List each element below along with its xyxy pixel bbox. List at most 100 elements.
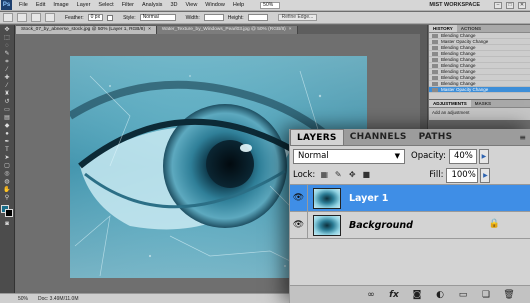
history-item-label: Blending Change xyxy=(441,63,476,68)
width-input[interactable] xyxy=(203,14,224,21)
status-zoom[interactable]: 50% xyxy=(18,296,28,302)
tab-adjustments[interactable]: ADJUSTMENTS xyxy=(429,100,471,107)
pen-tool-icon[interactable]: ✒ xyxy=(2,139,13,146)
subtract-selection-icon[interactable] xyxy=(45,13,55,22)
refine-edge-button[interactable]: Refine Edge... xyxy=(277,14,318,21)
eyedropper-tool-icon[interactable]: ⁄ xyxy=(2,67,13,74)
maximize-button[interactable]: □ xyxy=(506,1,514,9)
lock-transparent-pixels-icon[interactable]: ▦ xyxy=(319,170,329,180)
new-layer-icon[interactable]: ❏ xyxy=(480,290,492,300)
dodge-tool-icon[interactable]: ● xyxy=(2,131,13,138)
lock-image-pixels-icon[interactable]: ✎ xyxy=(333,170,343,180)
menu-layer[interactable]: Layer xyxy=(73,0,95,11)
gradient-tool-icon[interactable]: ▤ xyxy=(2,115,13,122)
brush-tool-icon[interactable]: ⁄ xyxy=(2,83,13,90)
close-button[interactable]: ✕ xyxy=(518,1,526,9)
menu-window[interactable]: Window xyxy=(201,0,229,11)
document-tab-bar: Stock_07_by_abnerse_stock.jpg @ 50% (Lay… xyxy=(16,25,420,34)
background-color-swatch[interactable] xyxy=(5,209,13,217)
height-input[interactable] xyxy=(247,14,268,21)
adjustment-layer-icon[interactable]: ◐ xyxy=(434,290,446,300)
history-state-icon xyxy=(432,51,438,56)
layer-row-layer-1[interactable]: 👁 Layer 1 xyxy=(290,184,530,212)
layer-row-background[interactable]: 👁 Background 🔒 xyxy=(290,211,530,239)
layers-panel: LAYERS CHANNELS PATHS ≡ Normal ▼ Opacity… xyxy=(289,129,530,303)
workspace-switcher[interactable]: MIST WORKSPACE xyxy=(429,2,480,8)
zoom-level-select[interactable]: 50% xyxy=(260,1,281,9)
menu-analysis[interactable]: Analysis xyxy=(138,0,166,11)
trash-icon[interactable]: 🗑 xyxy=(503,290,515,300)
blur-tool-icon[interactable]: ◆ xyxy=(2,123,13,130)
menu-file[interactable]: File xyxy=(15,0,32,11)
fill-slider-arrow-icon[interactable]: ▶ xyxy=(480,167,491,183)
zoom-tool-icon[interactable]: ⚲ xyxy=(2,195,13,202)
menu-view[interactable]: View xyxy=(181,0,201,11)
lock-position-icon[interactable]: ✥ xyxy=(347,170,357,180)
marquee-tool-icon[interactable]: ⬚ xyxy=(2,35,13,42)
eraser-tool-icon[interactable]: ▭ xyxy=(2,107,13,114)
fill-input[interactable]: 100% xyxy=(446,167,479,183)
history-brush-tool-icon[interactable]: ↺ xyxy=(2,99,13,106)
type-tool-icon[interactable]: T xyxy=(2,147,13,154)
add-selection-icon[interactable] xyxy=(31,13,41,22)
link-layers-icon[interactable]: ∞ xyxy=(365,290,377,300)
history-item-label: Blending Change xyxy=(441,69,476,74)
blend-opacity-row: Normal ▼ Opacity: 40% ▶ xyxy=(290,146,530,166)
hand-tool-icon[interactable]: ✋ xyxy=(2,187,13,194)
document-tab-label: Water_Texture_by_Windows_Pearl03.jpg @ 5… xyxy=(161,27,286,32)
quick-select-tool-icon[interactable]: ✎ xyxy=(2,51,13,58)
add-mask-icon[interactable]: ◙ xyxy=(411,290,423,300)
crop-tool-icon[interactable]: ⌗ xyxy=(2,59,13,66)
3d-orbit-tool-icon[interactable]: ◍ xyxy=(2,179,13,186)
tab-paths[interactable]: PATHS xyxy=(413,129,459,145)
tab-channels[interactable]: CHANNELS xyxy=(344,129,413,145)
style-select[interactable]: Normal xyxy=(139,14,176,21)
menu-filter[interactable]: Filter xyxy=(118,0,138,11)
menu-select[interactable]: Select xyxy=(94,0,117,11)
color-swatches[interactable] xyxy=(1,205,13,217)
blend-mode-select[interactable]: Normal ▼ xyxy=(293,148,405,164)
anti-alias-checkbox[interactable] xyxy=(107,14,114,21)
fx-icon[interactable]: fx xyxy=(388,290,400,300)
opacity-input[interactable]: 40% xyxy=(448,148,477,164)
tab-history[interactable]: HISTORY xyxy=(429,25,457,32)
document-tab-stock[interactable]: Stock_07_by_abnerse_stock.jpg @ 50% (Lay… xyxy=(16,26,157,34)
menu-3d[interactable]: 3D xyxy=(166,0,181,11)
lasso-tool-icon[interactable]: ◌ xyxy=(2,43,13,50)
history-item-label: Blending Change xyxy=(441,75,476,80)
tools-panel: ✥ ⬚ ◌ ✎ ⌗ ⁄ ✚ ⁄ ♜ ↺ ▭ ▤ ◆ ● ✒ T ➤ ▢ ◎ ◍ … xyxy=(0,25,15,294)
tab-layers[interactable]: LAYERS xyxy=(290,129,344,145)
move-tool-icon[interactable]: ✥ xyxy=(2,27,13,34)
healing-brush-tool-icon[interactable]: ✚ xyxy=(2,75,13,82)
close-tab-icon[interactable]: × xyxy=(148,27,151,32)
history-item-selected[interactable]: Master Opacity Change xyxy=(429,87,530,93)
lock-all-icon[interactable]: ■ xyxy=(361,170,371,180)
shape-tool-icon[interactable]: ▢ xyxy=(2,163,13,170)
panel-menu-icon[interactable]: ≡ xyxy=(519,133,526,142)
clone-stamp-tool-icon[interactable]: ♜ xyxy=(2,91,13,98)
opacity-slider-arrow-icon[interactable]: ▶ xyxy=(478,148,489,164)
close-tab-icon[interactable]: × xyxy=(289,27,292,32)
menu-image[interactable]: Image xyxy=(49,0,72,11)
new-selection-icon[interactable] xyxy=(17,13,27,22)
layers-panel-tabs: LAYERS CHANNELS PATHS ≡ xyxy=(290,129,530,146)
style-label: Style: xyxy=(123,14,136,21)
history-item-label: Master Opacity Change xyxy=(441,87,489,92)
quick-mask-icon[interactable]: ◙ xyxy=(2,221,13,228)
document-tab-water-texture[interactable]: Water_Texture_by_Windows_Pearl03.jpg @ 5… xyxy=(156,26,298,34)
menu-help[interactable]: Help xyxy=(229,0,248,11)
minimize-button[interactable]: – xyxy=(494,1,502,9)
menu-edit[interactable]: Edit xyxy=(32,0,49,11)
adjustments-panel: ADJUSTMENTS MASKS Add an adjustment xyxy=(429,100,530,120)
path-select-tool-icon[interactable]: ➤ xyxy=(2,155,13,162)
marquee-tool-preset-icon[interactable] xyxy=(3,13,13,22)
eye-visibility-icon[interactable]: 👁 xyxy=(290,211,308,239)
new-group-icon[interactable]: ▭ xyxy=(457,290,469,300)
3d-rotate-tool-icon[interactable]: ◎ xyxy=(2,171,13,178)
tab-masks[interactable]: MASKS xyxy=(471,100,495,107)
feather-input[interactable]: 0 px xyxy=(87,14,104,21)
fill-label: Fill: xyxy=(429,170,444,180)
eye-visibility-icon[interactable]: 👁 xyxy=(290,184,308,212)
tab-actions[interactable]: ACTIONS xyxy=(457,25,485,32)
history-item-label: Blending Change xyxy=(441,57,476,62)
